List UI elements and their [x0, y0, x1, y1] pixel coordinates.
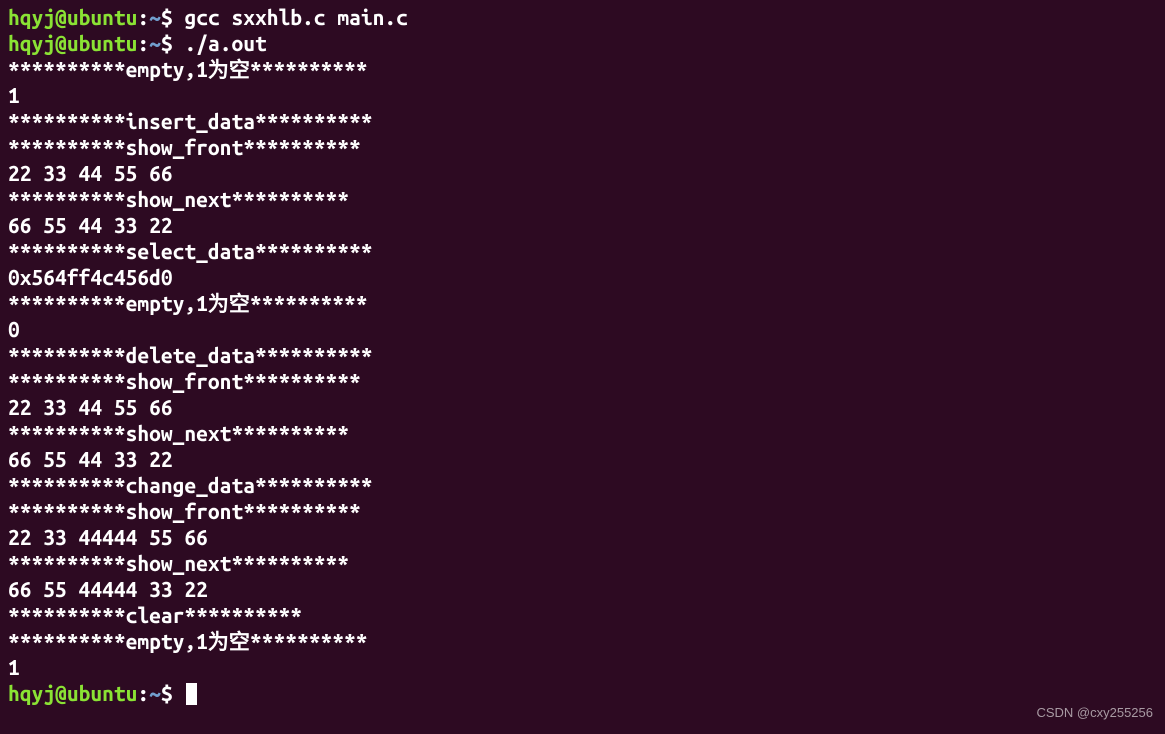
prompt-path: ~ — [149, 31, 161, 55]
prompt-colon: : — [137, 681, 149, 705]
prompt-dollar: $ — [161, 31, 185, 55]
terminal-line: **********clear********** — [8, 602, 1157, 628]
output-text: 1 — [8, 655, 20, 679]
terminal-line: 0x564ff4c456d0 — [8, 264, 1157, 290]
prompt-user: hqyj — [8, 5, 55, 29]
output-text: **********show_front********** — [8, 499, 361, 523]
terminal-line: hqyj@ubuntu:~$ gcc sxxhlb.c main.c — [8, 4, 1157, 30]
output-text: 22 33 44444 55 66 — [8, 525, 220, 549]
terminal-line: **********show_front********** — [8, 134, 1157, 160]
prompt-at: @ — [55, 31, 67, 55]
terminal-line: 1 — [8, 82, 1157, 108]
terminal-line: 66 55 44 33 22 — [8, 446, 1157, 472]
prompt-dollar: $ — [161, 5, 185, 29]
prompt-at: @ — [55, 5, 67, 29]
cursor-icon — [186, 683, 197, 705]
output-text: **********change_data********** — [8, 473, 373, 497]
terminal-line: **********show_front********** — [8, 498, 1157, 524]
output-text: **********show_next********** — [8, 187, 349, 211]
terminal-line: 66 55 44 33 22 — [8, 212, 1157, 238]
output-text: **********empty,1为空********** — [8, 291, 368, 315]
output-text: 22 33 44 55 66 — [8, 395, 184, 419]
terminal-line: hqyj@ubuntu:~$ ./a.out — [8, 30, 1157, 56]
output-text: 66 55 44444 33 22 — [8, 577, 220, 601]
terminal-line: **********delete_data********** — [8, 342, 1157, 368]
prompt-host: ubuntu — [67, 681, 138, 705]
prompt-at: @ — [55, 681, 67, 705]
output-text: 0 — [8, 317, 20, 341]
output-text: **********delete_data********** — [8, 343, 373, 367]
terminal-line: **********select_data********** — [8, 238, 1157, 264]
output-text: 66 55 44 33 22 — [8, 447, 184, 471]
prompt-host: ubuntu — [67, 31, 138, 55]
terminal-output[interactable]: hqyj@ubuntu:~$ gcc sxxhlb.c main.chqyj@u… — [8, 4, 1157, 706]
terminal-line: 66 55 44444 33 22 — [8, 576, 1157, 602]
terminal-line: **********insert_data********** — [8, 108, 1157, 134]
output-text: **********show_next********** — [8, 421, 349, 445]
terminal-line: **********show_front********** — [8, 368, 1157, 394]
terminal-line: **********change_data********** — [8, 472, 1157, 498]
output-text: **********empty,1为空********** — [8, 57, 368, 81]
output-text: **********show_next********** — [8, 551, 349, 575]
terminal-line: hqyj@ubuntu:~$ — [8, 680, 1157, 706]
terminal-line: **********empty,1为空********** — [8, 628, 1157, 654]
output-text: **********select_data********** — [8, 239, 373, 263]
terminal-line: 22 33 44444 55 66 — [8, 524, 1157, 550]
command-text: ./a.out — [184, 31, 266, 55]
output-text: **********show_front********** — [8, 135, 361, 159]
terminal-line: **********empty,1为空********** — [8, 56, 1157, 82]
prompt-user: hqyj — [8, 31, 55, 55]
output-text: 0x564ff4c456d0 — [8, 265, 173, 289]
prompt-colon: : — [137, 5, 149, 29]
prompt-path: ~ — [149, 5, 161, 29]
prompt-host: ubuntu — [67, 5, 138, 29]
output-text: 1 — [8, 83, 20, 107]
command-text: gcc sxxhlb.c main.c — [184, 5, 407, 29]
watermark: CSDN @cxy255256 — [1036, 700, 1153, 726]
prompt-path: ~ — [149, 681, 161, 705]
terminal-line: **********empty,1为空********** — [8, 290, 1157, 316]
prompt-dollar: $ — [161, 681, 185, 705]
terminal-line: 22 33 44 55 66 — [8, 160, 1157, 186]
terminal-line: 22 33 44 55 66 — [8, 394, 1157, 420]
terminal-line: **********show_next********** — [8, 186, 1157, 212]
terminal-line: 1 — [8, 654, 1157, 680]
output-text: 22 33 44 55 66 — [8, 161, 184, 185]
output-text: **********show_front********** — [8, 369, 361, 393]
prompt-user: hqyj — [8, 681, 55, 705]
terminal-line: **********show_next********** — [8, 420, 1157, 446]
terminal-line: 0 — [8, 316, 1157, 342]
output-text: **********empty,1为空********** — [8, 629, 368, 653]
output-text: **********clear********** — [8, 603, 302, 627]
output-text: 66 55 44 33 22 — [8, 213, 184, 237]
output-text: **********insert_data********** — [8, 109, 373, 133]
prompt-colon: : — [137, 31, 149, 55]
terminal-line: **********show_next********** — [8, 550, 1157, 576]
